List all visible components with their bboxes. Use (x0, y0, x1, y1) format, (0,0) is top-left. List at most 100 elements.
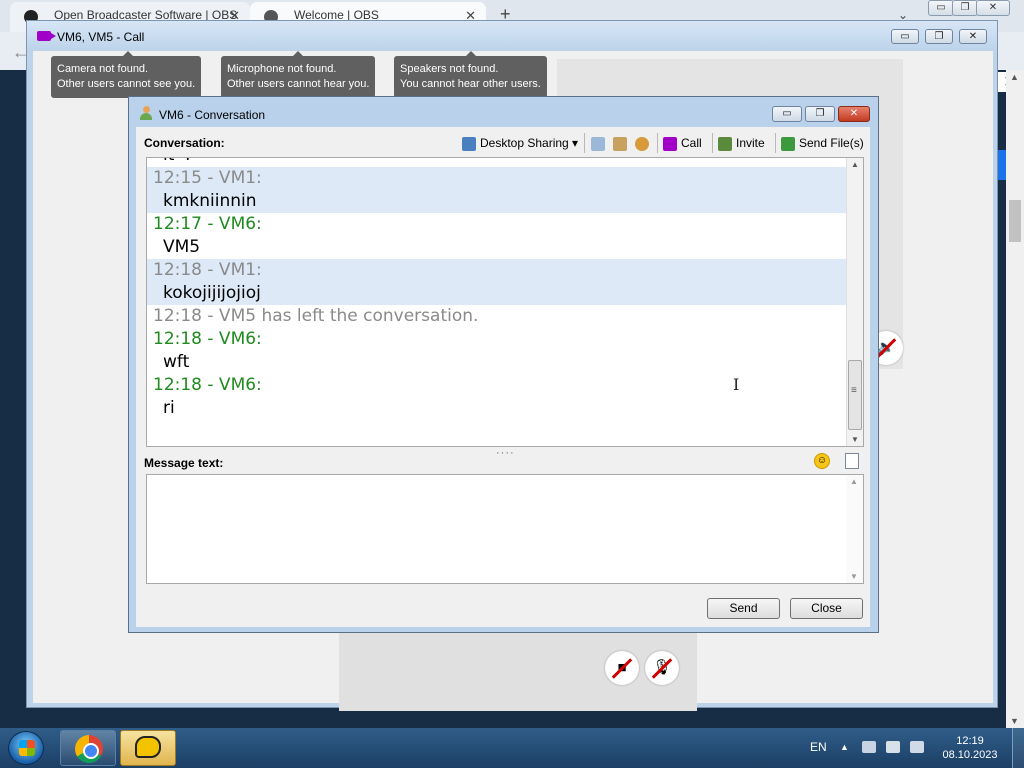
desktop-sharing-label: Desktop Sharing ▾ (480, 136, 579, 150)
clock-time: 12:19 (956, 735, 984, 747)
action-center-flag-icon[interactable] (862, 741, 876, 753)
message-header: 12:18 - VM5 has left the conversation. (153, 306, 479, 326)
invite-label: Invite (736, 136, 765, 150)
toolbar-separator (712, 133, 713, 153)
call-button[interactable]: Call (663, 133, 702, 153)
send-files-button[interactable]: Send File(s) (781, 133, 864, 153)
desktop-sharing-icon (462, 136, 476, 151)
send-file-icon (781, 136, 795, 151)
camera-not-found-tooltip: Camera not found. Other users cannot see… (51, 51, 202, 98)
conversation-close-button[interactable]: ✕ (838, 106, 870, 122)
message-header: 12:18 - VM6: (153, 329, 262, 349)
emoticon-icon[interactable]: ☺ (814, 453, 830, 469)
clock-date: 08.10.2023 (942, 749, 998, 761)
taskbar-chat-app-button[interactable] (120, 730, 176, 766)
scrollbar-thumb[interactable] (1009, 200, 1021, 242)
chat-bubble-icon (135, 736, 161, 758)
tooltip-line: Other users cannot hear you. (227, 78, 370, 90)
scroll-up-arrow-icon[interactable]: ▲ (1010, 72, 1019, 82)
volume-muted-icon[interactable] (910, 741, 924, 753)
send-button[interactable]: Send (707, 598, 780, 619)
conversation-body: Conversation: Desktop Sharing ▾ Call Inv… (136, 127, 870, 627)
message-input-box[interactable]: ▲ ▼ (146, 474, 864, 584)
message-scrollbar[interactable]: ▲ ▼ (846, 475, 863, 583)
invite-button[interactable]: Invite (718, 133, 765, 153)
conversation-label: Conversation: (144, 136, 225, 150)
video-camera-icon (37, 31, 56, 41)
local-video-panel (339, 625, 697, 711)
conversation-log[interactable]: it-412:15 - VM1:kmkniinnin12:17 - VM6: VM… (146, 157, 864, 447)
message-header: 12:15 - VM1: (147, 167, 847, 190)
conversation-minimize-button[interactable]: ▭ (772, 106, 802, 122)
send-files-label: Send File(s) (799, 136, 864, 150)
video-call-icon (663, 136, 677, 151)
call-close-button[interactable]: ✕ (959, 29, 987, 44)
contacts-button[interactable] (613, 133, 631, 153)
tooltip-line: You cannot hear other users. (400, 78, 541, 90)
call-window-title: VM6, VM5 - Call (57, 30, 145, 44)
camera-off-button[interactable]: ■ (605, 651, 639, 685)
close-button[interactable]: Close (790, 598, 863, 619)
settings-button[interactable] (635, 133, 653, 153)
toolbar-separator (657, 133, 658, 153)
conversation-window: VM6 - Conversation ▭ ❐ ✕ Conversation: D… (128, 96, 879, 633)
call-minimize-button[interactable]: ▭ (891, 29, 919, 44)
desktop-sharing-button[interactable]: Desktop Sharing ▾ (462, 133, 578, 153)
message-text: ri (163, 398, 175, 418)
scroll-down-arrow-icon[interactable]: ▼ (1010, 716, 1019, 726)
invite-users-icon (718, 136, 732, 151)
start-button[interactable] (8, 731, 44, 765)
text-cursor-icon: I (733, 375, 740, 394)
taskbar-chrome-button[interactable] (60, 730, 116, 766)
windows-logo-icon (19, 740, 35, 756)
gear-icon (635, 136, 649, 151)
history-icon (591, 136, 605, 151)
message-text: kmkniinnin (147, 190, 847, 213)
history-button[interactable] (591, 133, 609, 153)
scroll-down-arrow-icon[interactable]: ▼ (851, 435, 859, 444)
message-text: it-4 (147, 158, 847, 167)
taskbar: EN ▲ 12:19 08.10.2023 (0, 728, 1024, 768)
chrome-icon (75, 735, 103, 763)
pane-splitter-handle[interactable]: ···· (496, 447, 515, 459)
microphone-not-found-tooltip: Microphone not found. Other users cannot… (221, 51, 376, 98)
message-text: VM5 (163, 237, 201, 257)
browser-maximize-button[interactable]: ❐ (952, 0, 978, 16)
message-text-input[interactable] (147, 475, 847, 583)
message-header: 12:18 - VM1: (147, 259, 847, 282)
message-header: 12:18 - VM6: (153, 375, 262, 395)
tooltip-line: Camera not found. (57, 63, 149, 75)
call-label: Call (681, 136, 702, 150)
toolbar-separator (584, 133, 585, 153)
scroll-down-arrow-icon[interactable]: ▼ (850, 572, 858, 581)
conversation-scrollbar[interactable]: ▲ ▼ (846, 158, 863, 446)
system-clock[interactable]: 12:19 08.10.2023 (940, 734, 1000, 762)
message-text: kokojijijojioj (147, 282, 847, 305)
user-icon (140, 106, 152, 120)
page-scrollbar[interactable]: ▲ ▼ (1006, 70, 1024, 728)
show-hidden-icons-button[interactable]: ▲ (840, 742, 849, 752)
conversation-window-title: VM6 - Conversation (159, 108, 266, 122)
call-maximize-button[interactable]: ❐ (925, 29, 953, 44)
call-titlebar[interactable]: VM6, VM5 - Call ▭ ❐ ✕ (27, 21, 997, 51)
conversation-maximize-button[interactable]: ❐ (805, 106, 835, 122)
speakers-not-found-tooltip: Speakers not found. You cannot hear othe… (394, 51, 547, 98)
message-list: it-412:15 - VM1:kmkniinnin12:17 - VM6: VM… (147, 158, 847, 420)
microphone-off-button[interactable]: 🎙 (645, 651, 679, 685)
scroll-up-arrow-icon[interactable]: ▲ (851, 160, 859, 169)
scroll-up-arrow-icon[interactable]: ▲ (850, 477, 858, 486)
browser-minimize-button[interactable]: ▭ (928, 0, 954, 16)
tooltip-line: Other users cannot see you. (57, 78, 196, 90)
show-desktop-button[interactable] (1012, 728, 1024, 768)
toolbar-separator (775, 133, 776, 153)
message-header: 12:17 - VM6: (153, 214, 262, 234)
message-text: wft (163, 352, 190, 372)
tooltip-line: Microphone not found. (227, 63, 337, 75)
browser-close-button[interactable]: ✕ (976, 0, 1010, 16)
scrollbar-thumb[interactable] (848, 360, 862, 430)
tooltip-line: Speakers not found. (400, 63, 499, 75)
language-indicator[interactable]: EN (810, 740, 827, 754)
network-icon[interactable] (886, 741, 900, 753)
formatting-icon[interactable] (845, 453, 859, 469)
contacts-icon (613, 136, 627, 151)
